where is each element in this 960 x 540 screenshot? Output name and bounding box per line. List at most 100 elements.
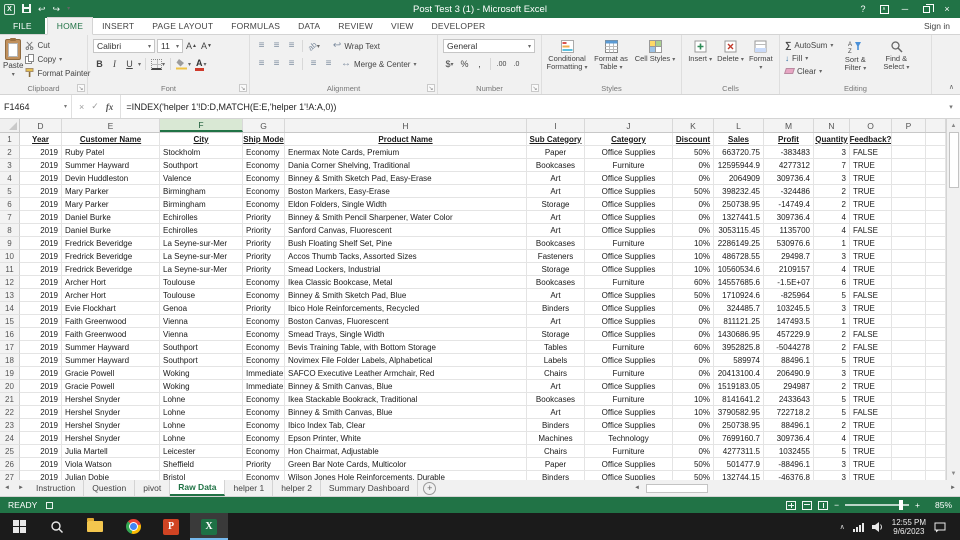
cell[interactable]: Evie Flockhart bbox=[62, 302, 160, 315]
cell[interactable]: 309736.4 bbox=[764, 432, 814, 445]
cell[interactable]: 530976.6 bbox=[764, 237, 814, 250]
cell[interactable]: 7 bbox=[814, 159, 850, 172]
cell[interactable]: FALSE bbox=[850, 341, 892, 354]
column-header-G[interactable]: G bbox=[243, 119, 285, 132]
row-header-22[interactable]: 22 bbox=[0, 406, 20, 419]
cell[interactable]: Toulouse bbox=[160, 276, 243, 289]
ribbon-tab-developer[interactable]: DEVELOPER bbox=[423, 18, 495, 34]
cell[interactable]: 5 bbox=[814, 393, 850, 406]
alignment-dialog-launcher[interactable]: ↘ bbox=[427, 84, 435, 92]
cell[interactable]: Lohne bbox=[160, 393, 243, 406]
cell[interactable]: FALSE bbox=[850, 146, 892, 159]
new-sheet-button[interactable]: + bbox=[423, 481, 437, 495]
cell[interactable]: La Seyne-sur-Mer bbox=[160, 250, 243, 263]
column-header-K[interactable]: K bbox=[673, 119, 714, 132]
column-header-E[interactable]: E bbox=[62, 119, 160, 132]
cell[interactable]: Office Supplies bbox=[585, 380, 673, 393]
cell[interactable]: 50% bbox=[673, 458, 714, 471]
cell[interactable] bbox=[926, 289, 946, 302]
cell[interactable] bbox=[926, 367, 946, 380]
row-header-24[interactable]: 24 bbox=[0, 432, 20, 445]
cell[interactable]: 309736.4 bbox=[764, 172, 814, 185]
row-header-27[interactable]: 27 bbox=[0, 471, 20, 480]
decrease-decimal-button[interactable]: .0 bbox=[510, 57, 523, 71]
cell[interactable]: TRUE bbox=[850, 471, 892, 480]
cell[interactable]: 8141641.2 bbox=[714, 393, 764, 406]
cell[interactable] bbox=[892, 432, 926, 445]
cell[interactable]: Economy bbox=[243, 185, 285, 198]
cell[interactable]: Bristol bbox=[160, 471, 243, 480]
cell[interactable]: Furniture bbox=[585, 393, 673, 406]
cell[interactable]: Hershel Snyder bbox=[62, 432, 160, 445]
close-button[interactable]: × bbox=[938, 2, 956, 16]
cell[interactable]: 589974 bbox=[714, 354, 764, 367]
cell[interactable]: FALSE bbox=[850, 289, 892, 302]
cell[interactable]: Southport bbox=[160, 159, 243, 172]
cell[interactable]: 2019 bbox=[20, 198, 62, 211]
cell[interactable]: Priority bbox=[243, 224, 285, 237]
cell[interactable]: 2019 bbox=[20, 146, 62, 159]
cell[interactable]: 0% bbox=[673, 432, 714, 445]
cell[interactable]: 1032455 bbox=[764, 445, 814, 458]
cell[interactable]: Feedback? bbox=[850, 133, 892, 146]
cell[interactable]: Office Supplies bbox=[585, 302, 673, 315]
row-header-19[interactable]: 19 bbox=[0, 367, 20, 380]
cell[interactable]: Economy bbox=[243, 315, 285, 328]
cell[interactable] bbox=[926, 185, 946, 198]
row-header-15[interactable]: 15 bbox=[0, 315, 20, 328]
cell[interactable]: Economy bbox=[243, 419, 285, 432]
cell[interactable]: Bush Floating Shelf Set, Pine bbox=[285, 237, 527, 250]
row-header-13[interactable]: 13 bbox=[0, 289, 20, 302]
row-header-10[interactable]: 10 bbox=[0, 250, 20, 263]
column-header-J[interactable]: J bbox=[585, 119, 673, 132]
cell[interactable]: TRUE bbox=[850, 185, 892, 198]
cell[interactable]: Office Supplies bbox=[585, 328, 673, 341]
cell[interactable]: Mary Parker bbox=[62, 198, 160, 211]
cell[interactable]: Epson Printer, White bbox=[285, 432, 527, 445]
cell[interactable]: Daniel Burke bbox=[62, 211, 160, 224]
cell[interactable] bbox=[892, 172, 926, 185]
delete-cells-button[interactable]: Delete ▾ bbox=[715, 37, 745, 83]
cell[interactable]: 2 bbox=[814, 198, 850, 211]
cell[interactable]: -88496.1 bbox=[764, 458, 814, 471]
cell[interactable]: Sanford Canvas, Fluorescent bbox=[285, 224, 527, 237]
restore-button[interactable] bbox=[917, 2, 935, 16]
font-color-button[interactable]: A ▾ bbox=[194, 57, 208, 71]
cell[interactable]: Office Supplies bbox=[585, 172, 673, 185]
cell[interactable]: 1519183.05 bbox=[714, 380, 764, 393]
cell[interactable] bbox=[926, 250, 946, 263]
cell[interactable]: 2 bbox=[814, 185, 850, 198]
cell[interactable]: 0% bbox=[673, 367, 714, 380]
percent-style-button[interactable]: % bbox=[458, 57, 471, 71]
cell[interactable]: Wilson Jones Hole Reinforcements, Durabl… bbox=[285, 471, 527, 480]
cell[interactable]: Office Supplies bbox=[585, 250, 673, 263]
cell[interactable] bbox=[926, 211, 946, 224]
cell[interactable]: Chairs bbox=[527, 445, 585, 458]
align-middle-button[interactable]: ≡ bbox=[270, 39, 283, 53]
cell[interactable]: TRUE bbox=[850, 315, 892, 328]
cell[interactable] bbox=[892, 406, 926, 419]
cell[interactable]: 2 bbox=[814, 328, 850, 341]
ribbon-tab-review[interactable]: REVIEW bbox=[329, 18, 382, 34]
cell[interactable] bbox=[892, 276, 926, 289]
cell[interactable]: Product Name bbox=[285, 133, 527, 146]
cell[interactable]: TRUE bbox=[850, 393, 892, 406]
cell[interactable]: City bbox=[160, 133, 243, 146]
cell[interactable] bbox=[892, 146, 926, 159]
cell[interactable]: 2064909 bbox=[714, 172, 764, 185]
cell[interactable]: 324485.7 bbox=[714, 302, 764, 315]
zoom-slider[interactable] bbox=[845, 500, 910, 510]
cell[interactable]: -1.5E+07 bbox=[764, 276, 814, 289]
cell[interactable] bbox=[926, 224, 946, 237]
sheet-tab-helper-2[interactable]: helper 2 bbox=[273, 480, 321, 496]
cell[interactable] bbox=[926, 471, 946, 480]
cell[interactable]: 1 bbox=[814, 315, 850, 328]
cell[interactable] bbox=[926, 406, 946, 419]
cell[interactable]: Mary Parker bbox=[62, 185, 160, 198]
qat-customize-button[interactable]: ▾ bbox=[67, 6, 70, 12]
cell[interactable]: 0% bbox=[673, 380, 714, 393]
cell[interactable] bbox=[892, 159, 926, 172]
cell[interactable]: Furniture bbox=[585, 341, 673, 354]
sheet-tab-question[interactable]: Question bbox=[84, 480, 136, 496]
cell[interactable]: Accos Thumb Tacks, Assorted Sizes bbox=[285, 250, 527, 263]
